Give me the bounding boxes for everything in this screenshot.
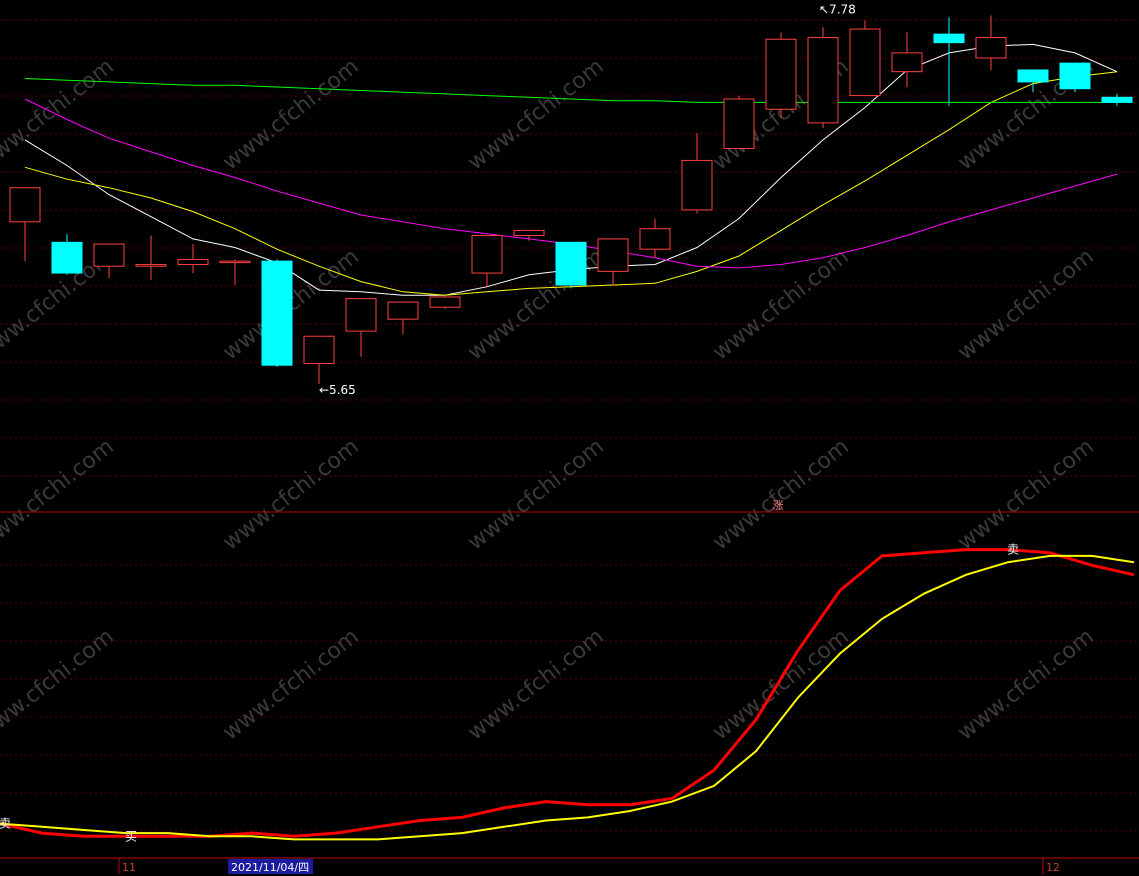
- candle: [681, 133, 713, 214]
- candle-body: [429, 296, 461, 308]
- axis-label: 12: [1046, 861, 1060, 874]
- candle-body: [93, 243, 125, 267]
- candle-body: [261, 260, 293, 366]
- candle-body: [219, 260, 251, 264]
- axis-label: 2021/11/04/四: [231, 861, 309, 874]
- watermark-text: www.cfchi.com: [953, 624, 1098, 745]
- candle-body: [639, 228, 671, 250]
- watermark-text: www.cfchi.com: [708, 434, 853, 555]
- watermark-text: www.cfchi.com: [953, 434, 1098, 555]
- candle-body: [471, 235, 503, 274]
- candle: [597, 238, 629, 286]
- candle: [9, 187, 41, 262]
- candle-body: [1017, 69, 1049, 83]
- candle: [261, 259, 293, 367]
- candle: [345, 298, 377, 357]
- candle-body: [387, 301, 419, 320]
- candle: [555, 241, 587, 289]
- watermark-text: www.cfchi.com: [218, 624, 363, 745]
- candle: [429, 295, 461, 309]
- axis-label: 11: [122, 861, 136, 874]
- candle-body: [345, 298, 377, 332]
- candle-body: [597, 238, 629, 272]
- upper-tag: 涨: [773, 499, 784, 512]
- candle: [933, 17, 965, 106]
- x-axis: 11 2021/11/04/四 12: [118, 858, 1060, 874]
- candle-body: [681, 159, 713, 211]
- candle-body: [933, 33, 965, 44]
- watermark-text: www.cfchi.com: [0, 434, 119, 555]
- indicator-layer: 卖买 卖: [0, 543, 1135, 843]
- candle: [723, 95, 755, 149]
- candle-body: [177, 258, 209, 266]
- candle: [849, 20, 881, 97]
- watermark-text: www.cfchi.com: [953, 244, 1098, 365]
- candle: [807, 27, 839, 128]
- watermark-text: www.cfchi.com: [463, 624, 608, 745]
- candle-body: [849, 28, 881, 97]
- candle-body: [555, 241, 587, 286]
- candle-body: [891, 52, 923, 73]
- candle: [303, 335, 335, 384]
- candle: [975, 15, 1007, 70]
- watermark-text: www.cfchi.com: [463, 54, 608, 175]
- candle: [765, 32, 797, 118]
- candle: [387, 301, 419, 335]
- watermark-text: www.cfchi.com: [0, 54, 119, 175]
- candle-body: [303, 335, 335, 365]
- candle: [513, 229, 545, 241]
- candle-body: [723, 98, 755, 149]
- watermark-layer: www.cfchi.com www.cfchi.com www.cfchi.com w…: [0, 54, 1099, 745]
- indicator-line-2: [0, 554, 1135, 841]
- watermark-text: www.cfchi.com: [463, 434, 608, 555]
- candle-body: [9, 187, 41, 223]
- candle: [135, 235, 167, 280]
- candle: [219, 259, 251, 286]
- candle-body: [1101, 96, 1133, 103]
- watermark-text: www.cfchi.com: [218, 54, 363, 175]
- watermark-text: www.cfchi.com: [708, 244, 853, 365]
- candle: [1059, 62, 1091, 93]
- signal-label: 买: [125, 829, 137, 843]
- watermark-text: www.cfchi.com: [218, 434, 363, 555]
- candle: [51, 233, 83, 275]
- watermark-text: www.cfchi.com: [0, 624, 119, 745]
- candle-body: [765, 38, 797, 110]
- candle-body: [1059, 62, 1091, 90]
- candle: [639, 218, 671, 258]
- watermark-text: www.cfchi.com: [708, 624, 853, 745]
- candle: [177, 244, 209, 274]
- candle-body: [807, 37, 839, 124]
- price-annotation: ↖7.78: [819, 2, 856, 16]
- candle-body: [975, 37, 1007, 59]
- candle: [471, 235, 503, 287]
- signal-label: 卖: [0, 817, 11, 831]
- price-annotation: ←5.65: [319, 383, 356, 397]
- candle-body: [135, 264, 167, 267]
- candle-body: [51, 241, 83, 274]
- chart-canvas: www.cfchi.com www.cfchi.com www.cfchi.com w…: [0, 2, 1139, 874]
- signal-label: 卖: [1007, 543, 1019, 557]
- candle-body: [513, 229, 545, 237]
